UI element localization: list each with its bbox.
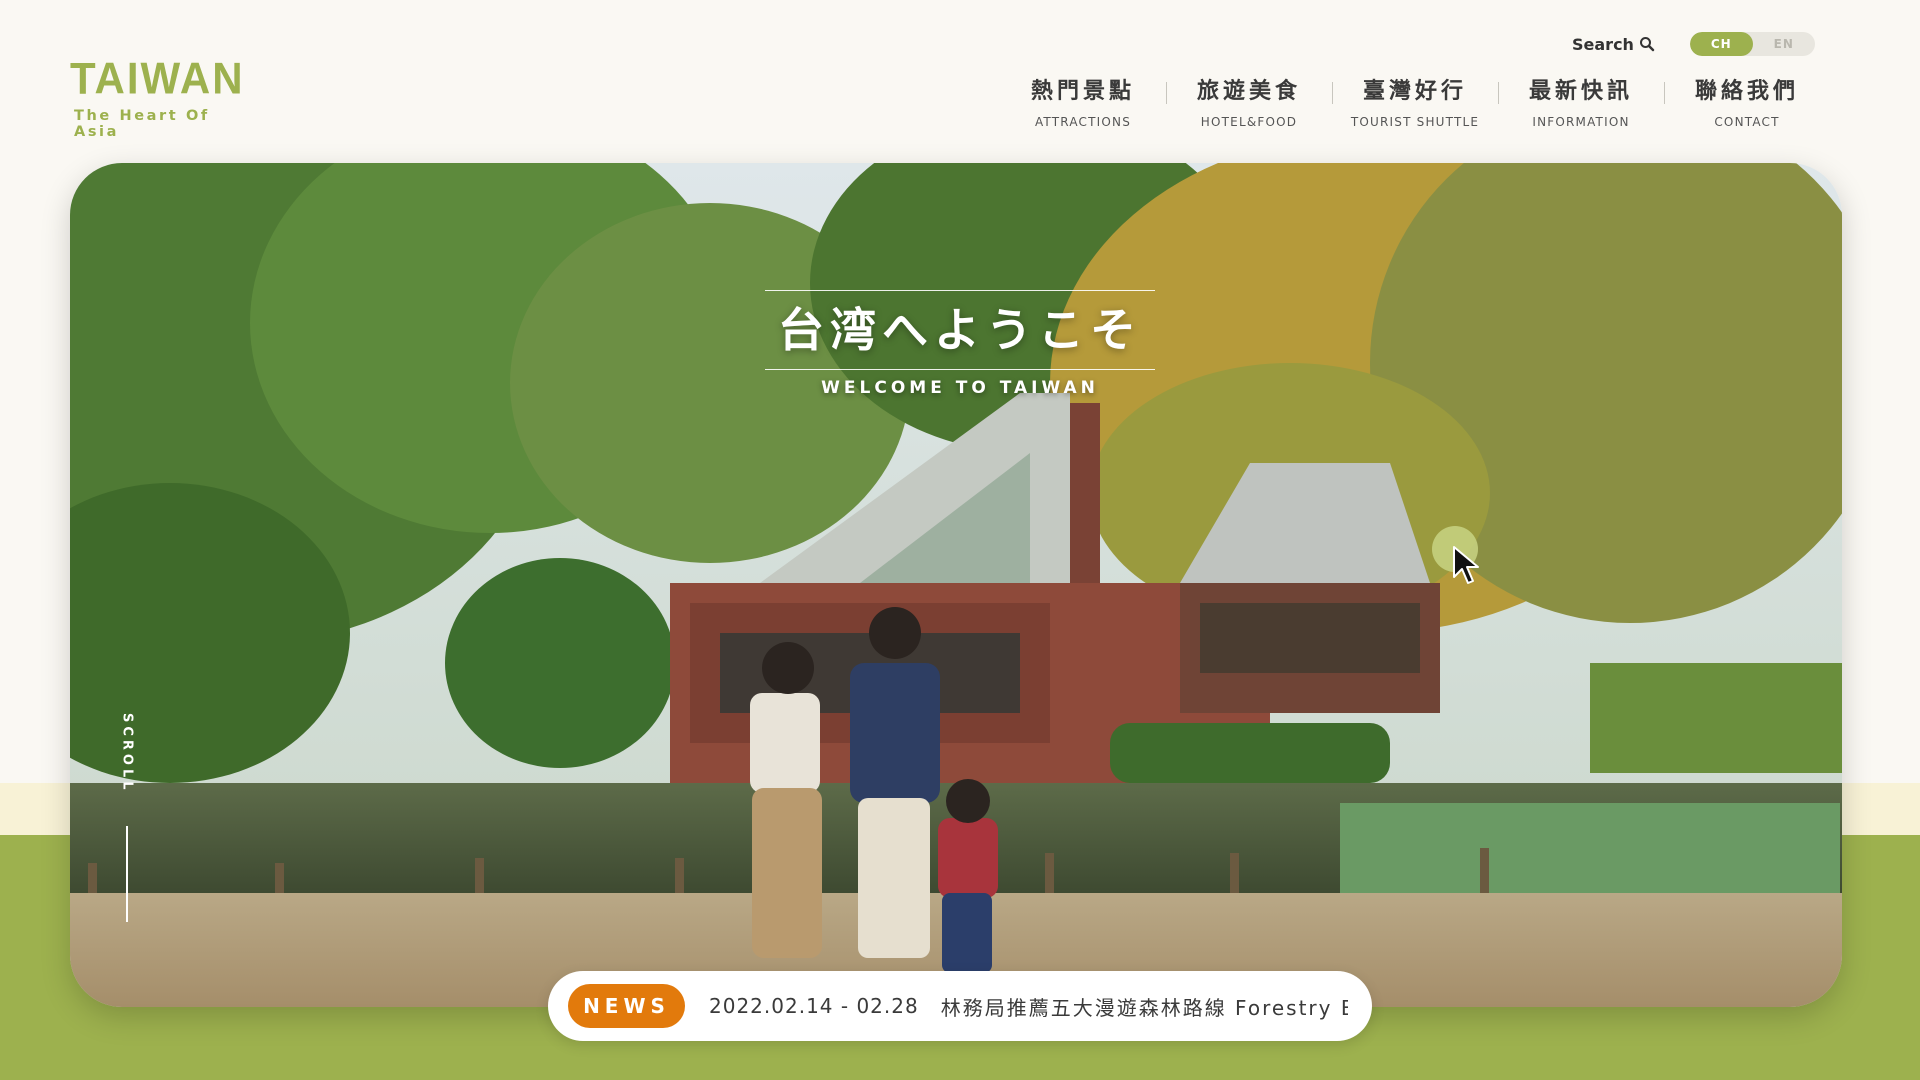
nav-item-label-en: HOTEL&FOOD bbox=[1200, 115, 1298, 129]
scroll-label: SCROLL bbox=[119, 713, 135, 794]
news-date: 2022.02.14 - 02.28 bbox=[709, 994, 919, 1018]
hero-title: 台湾へようこそ WELCOME TO TAIWAN bbox=[765, 290, 1155, 398]
news-ticker[interactable]: NEWS 2022.02.14 - 02.28 林務局推薦五大漫遊森林路線 Fo… bbox=[548, 971, 1372, 1041]
nav-item-label-zh: 旅遊美食 bbox=[1196, 79, 1301, 104]
hero-title-en: WELCOME TO TAIWAN bbox=[821, 378, 1099, 398]
hero-title-bottom-rule bbox=[765, 369, 1155, 370]
scroll-indicator[interactable]: SCROLL bbox=[115, 713, 139, 923]
search-button[interactable]: Search bbox=[1572, 32, 1655, 56]
main-nav: 熱門景點 ATTRACTIONS 旅遊美食 HOTEL&FOOD 臺灣好行 TO… bbox=[1000, 76, 1830, 136]
logo-subtitle: The Heart Of Asia bbox=[74, 108, 210, 140]
language-ch-button[interactable]: CH bbox=[1690, 32, 1753, 56]
nav-item-label-en: TOURIST SHUTTLE bbox=[1350, 115, 1480, 129]
nav-item-information[interactable]: 最新快訊 INFORMATION bbox=[1498, 76, 1664, 136]
hero-banner: 台湾へようこそ WELCOME TO TAIWAN SCROLL bbox=[70, 163, 1842, 1007]
nav-item-hotel-food[interactable]: 旅遊美食 HOTEL&FOOD bbox=[1166, 76, 1332, 136]
hero-title-jp: 台湾へようこそ bbox=[778, 303, 1142, 357]
nav-item-label-zh: 最新快訊 bbox=[1528, 79, 1633, 104]
nav-item-label-en: CONTACT bbox=[1714, 115, 1780, 129]
language-toggle: CH EN bbox=[1690, 32, 1815, 56]
nav-item-tourist-shuttle[interactable]: 臺灣好行 TOURIST SHUTTLE bbox=[1332, 76, 1498, 136]
nav-item-label-zh: 聯絡我們 bbox=[1694, 79, 1799, 104]
nav-item-label-en: INFORMATION bbox=[1532, 115, 1630, 129]
nav-item-label-en: ATTRACTIONS bbox=[1034, 115, 1132, 129]
search-icon bbox=[1639, 37, 1655, 52]
nav-item-label-zh: 熱門景點 bbox=[1030, 79, 1135, 104]
search-label: Search bbox=[1572, 34, 1634, 54]
site-logo[interactable]: TAIWAN The Heart Of Asia bbox=[70, 53, 245, 140]
news-badge: NEWS bbox=[568, 984, 685, 1028]
language-en-button[interactable]: EN bbox=[1753, 32, 1816, 56]
nav-item-label-zh: 臺灣好行 bbox=[1362, 79, 1467, 104]
scroll-line bbox=[126, 826, 128, 922]
logo-title: TAIWAN bbox=[70, 53, 245, 104]
mouse-cursor-icon bbox=[1453, 546, 1479, 584]
news-headline[interactable]: 林務局推薦五大漫遊森林路線 Forestry Bur bbox=[941, 992, 1348, 1021]
nav-item-contact[interactable]: 聯絡我們 CONTACT bbox=[1664, 76, 1830, 136]
nav-item-attractions[interactable]: 熱門景點 ATTRACTIONS bbox=[1000, 76, 1166, 136]
